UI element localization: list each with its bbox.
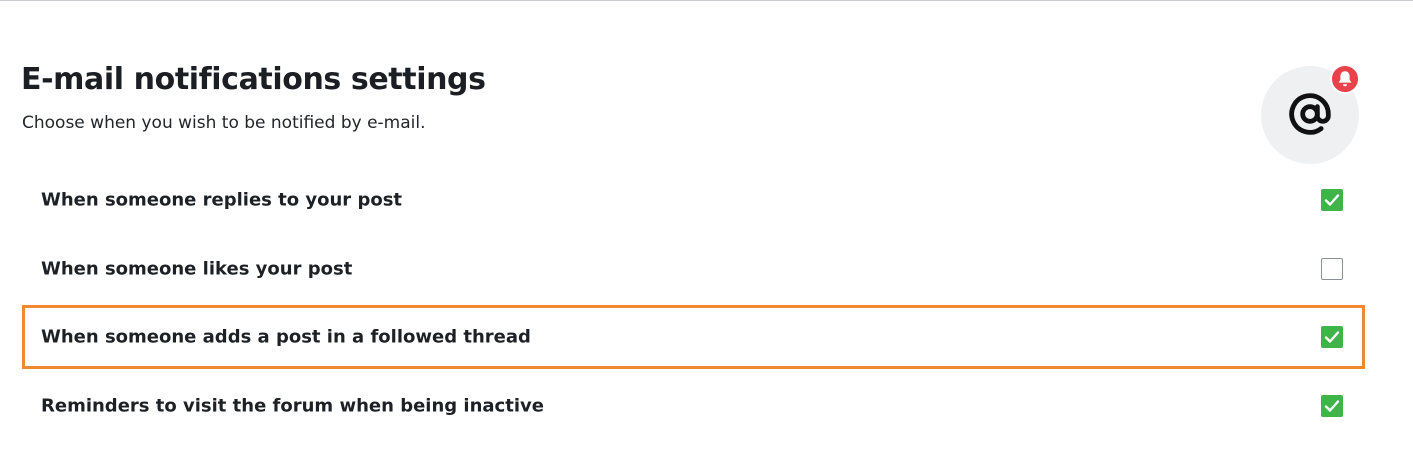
setting-row-replies[interactable]: When someone replies to your post	[22, 168, 1365, 232]
checkbox-likes[interactable]	[1321, 258, 1343, 280]
bell-icon	[1338, 71, 1352, 87]
at-sign-icon	[1289, 93, 1331, 135]
checkbox-replies[interactable]	[1321, 189, 1343, 211]
checkmark-icon	[1324, 194, 1340, 206]
notification-badge	[1330, 64, 1360, 94]
top-divider	[0, 0, 1413, 1]
setting-row-likes[interactable]: When someone likes your post	[22, 237, 1365, 301]
setting-row-followed-thread[interactable]: When someone adds a post in a followed t…	[22, 305, 1365, 369]
checkbox-followed-thread[interactable]	[1321, 326, 1343, 348]
setting-label: When someone adds a post in a followed t…	[41, 326, 531, 348]
setting-label: When someone likes your post	[41, 258, 353, 280]
setting-row-inactivity-reminders[interactable]: Reminders to visit the forum when being …	[22, 374, 1365, 438]
checkmark-icon	[1324, 331, 1340, 343]
page-title: E-mail notifications settings	[21, 62, 486, 97]
page-subtitle: Choose when you wish to be notified by e…	[22, 113, 426, 133]
checkbox-inactivity-reminders[interactable]	[1321, 395, 1343, 417]
checkmark-icon	[1324, 400, 1340, 412]
setting-label: Reminders to visit the forum when being …	[41, 395, 544, 417]
setting-label: When someone replies to your post	[41, 189, 403, 211]
